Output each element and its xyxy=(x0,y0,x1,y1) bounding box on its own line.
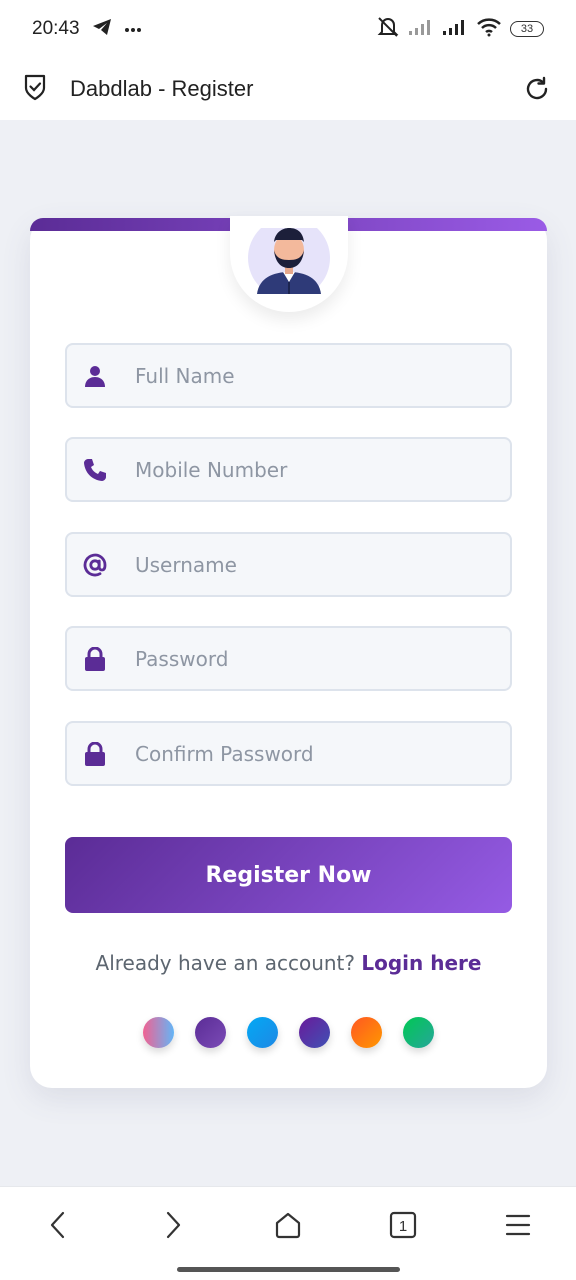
status-time: 20:43 xyxy=(32,18,80,39)
login-link[interactable]: Login here xyxy=(361,951,481,975)
user-avatar-icon xyxy=(248,228,330,294)
mobile-input[interactable] xyxy=(135,457,495,482)
full-name-field[interactable] xyxy=(65,343,512,408)
chevron-right-icon xyxy=(166,1211,181,1239)
hamburger-menu-icon xyxy=(505,1214,531,1236)
username-input[interactable] xyxy=(135,552,495,577)
theme-swatch-purple[interactable] xyxy=(195,1017,226,1048)
page-title: Dabdlab - Register xyxy=(70,76,254,101)
theme-swatch-indigo[interactable] xyxy=(299,1017,330,1048)
lock-icon xyxy=(83,646,107,671)
tabs-count: 1 xyxy=(399,1218,407,1235)
mute-icon xyxy=(376,16,400,43)
login-prompt-text: Already have an account? xyxy=(95,951,356,975)
forward-button[interactable] xyxy=(155,1207,191,1243)
browser-bottom-nav: 1 xyxy=(0,1186,576,1280)
lock-icon xyxy=(83,741,107,766)
theme-swatch-pink-blue[interactable] xyxy=(143,1017,174,1048)
theme-swatches xyxy=(143,1017,434,1048)
full-name-input[interactable] xyxy=(135,363,495,388)
home-icon xyxy=(275,1212,301,1239)
register-card: Register Now Already have an account? Lo… xyxy=(30,216,547,1088)
username-field[interactable] xyxy=(65,532,512,597)
theme-swatch-sky-blue[interactable] xyxy=(247,1017,278,1048)
more-dots-icon xyxy=(124,20,142,38)
avatar xyxy=(230,216,348,312)
user-icon xyxy=(83,364,107,388)
gesture-home-indicator[interactable] xyxy=(177,1267,400,1272)
app-bar: Dabdlab - Register xyxy=(0,58,576,120)
signal-icon xyxy=(408,18,434,41)
theme-swatch-green[interactable] xyxy=(403,1017,434,1048)
password-field[interactable] xyxy=(65,626,512,691)
signal-icon-2 xyxy=(442,18,468,41)
password-input[interactable] xyxy=(135,646,495,671)
mobile-field[interactable] xyxy=(65,437,512,502)
login-prompt: Already have an account? Login here xyxy=(30,951,547,975)
menu-button[interactable] xyxy=(500,1207,536,1243)
theme-swatch-orange[interactable] xyxy=(351,1017,382,1048)
confirm-password-field[interactable] xyxy=(65,721,512,786)
phone-icon xyxy=(83,458,107,482)
confirm-password-input[interactable] xyxy=(135,741,495,766)
telegram-icon xyxy=(92,18,112,41)
reload-icon xyxy=(526,76,548,100)
shield-check-icon xyxy=(22,73,48,106)
register-button[interactable]: Register Now xyxy=(65,837,512,913)
back-button[interactable] xyxy=(40,1207,76,1243)
tabs-icon: 1 xyxy=(389,1211,417,1239)
wifi-icon xyxy=(476,17,502,42)
status-bar: 20:43 33 xyxy=(0,0,576,58)
tabs-button[interactable]: 1 xyxy=(385,1207,421,1243)
at-sign-icon xyxy=(83,553,107,577)
home-button[interactable] xyxy=(270,1207,306,1243)
battery-icon: 33 xyxy=(510,21,544,37)
reload-button[interactable] xyxy=(520,72,554,106)
chevron-left-icon xyxy=(50,1211,65,1239)
